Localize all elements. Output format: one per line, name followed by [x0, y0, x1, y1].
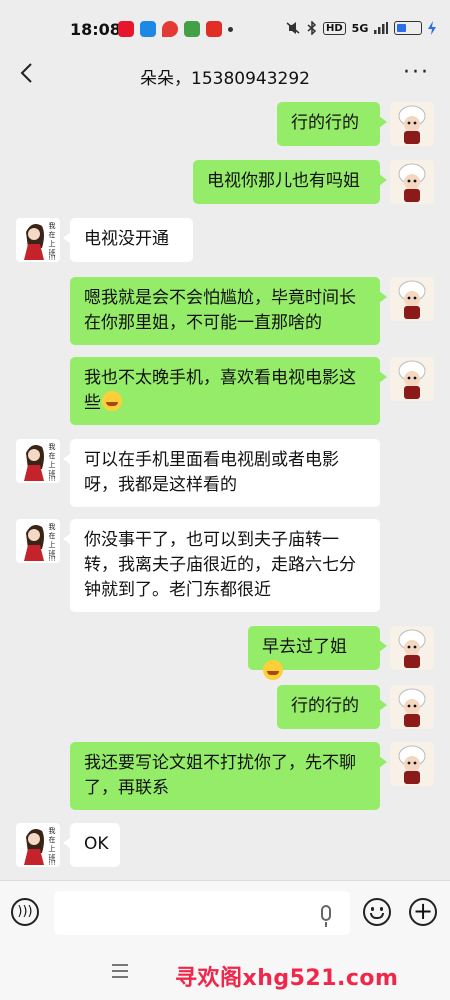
svg-text:在: 在	[49, 531, 56, 540]
system-nav-bar: 寻欢阁xhg521.com	[0, 950, 450, 1000]
svg-text:在: 在	[49, 230, 56, 239]
weibo-icon	[118, 21, 134, 37]
message-text: 电视没开通	[84, 229, 169, 249]
incoming-message[interactable]: 电视没开通	[63, 218, 193, 262]
my-avatar[interactable]	[390, 277, 434, 321]
message-text: 我也不太晚手机，喜欢看电视电影这些	[84, 368, 356, 413]
message-text: 行的行的	[291, 696, 359, 716]
svg-text:上: 上	[49, 460, 56, 469]
bluetooth-icon	[307, 21, 317, 35]
watermark-text: 寻欢阁xhg521.com	[175, 966, 399, 991]
notification-icons	[118, 21, 233, 37]
svg-text:!!!: !!!	[48, 860, 55, 867]
battery-icon	[394, 21, 423, 35]
laugh-cry-emoji-icon	[102, 391, 122, 411]
svg-text:在: 在	[49, 451, 56, 460]
voice-input-icon[interactable]: )))	[11, 898, 39, 926]
contact-avatar[interactable]: 我在上班!!!	[16, 218, 60, 262]
input-bar: ))) +	[0, 880, 450, 951]
my-avatar[interactable]	[390, 685, 434, 729]
message-input[interactable]	[54, 891, 350, 935]
chat-title: 朵朵，15380943292	[140, 69, 310, 89]
svg-text:!!!: !!!	[48, 255, 55, 262]
svg-text:上: 上	[49, 239, 56, 248]
my-avatar[interactable]	[390, 160, 434, 204]
mute-icon	[286, 22, 300, 34]
outgoing-message[interactable]: 行的行的	[277, 685, 387, 729]
svg-text:我: 我	[49, 442, 56, 451]
signal-bars-icon	[374, 22, 389, 34]
emoji-button-icon[interactable]	[363, 898, 391, 926]
contact-avatar[interactable]: 我在上班!!!	[16, 439, 60, 483]
message-text: 电视你那儿也有吗姐	[207, 171, 360, 191]
signal-label: 5G	[351, 21, 369, 35]
contact-avatar[interactable]: 我在上班!!!	[16, 519, 60, 563]
outgoing-message[interactable]: 早去过了姐	[248, 626, 387, 680]
contact-avatar[interactable]: 我在上班!!!	[16, 823, 60, 867]
incoming-message[interactable]: 你没事干了，也可以到夫子庙转一转，我离夫子庙很近的，走路六七分钟就到了。老门东都…	[63, 519, 380, 612]
dot-icon	[228, 27, 233, 32]
svg-text:上: 上	[49, 540, 56, 549]
outgoing-message[interactable]: 行的行的	[277, 102, 387, 146]
outgoing-message[interactable]: 我还要写论文姐不打扰你了，先不聊了，再联系	[70, 742, 387, 810]
incoming-message[interactable]: 可以在手机里面看电视剧或者电影呀，我都是这样看的	[63, 439, 380, 507]
my-avatar[interactable]	[390, 742, 434, 786]
outgoing-message[interactable]: 电视你那儿也有吗姐	[193, 160, 387, 204]
svg-text:我: 我	[49, 221, 56, 230]
my-avatar[interactable]	[390, 626, 434, 670]
laugh-cry-emoji-icon	[263, 660, 283, 680]
outgoing-message[interactable]: 我也不太晚手机，喜欢看电视电影这些	[70, 357, 387, 425]
svg-text:我: 我	[49, 826, 56, 835]
svg-text:在: 在	[49, 835, 56, 844]
status-bar: 18:08 HD 5G	[0, 0, 450, 50]
hd-badge: HD	[323, 21, 346, 35]
my-avatar[interactable]	[390, 102, 434, 146]
svg-text:!!!: !!!	[48, 476, 55, 483]
app-notification-icon	[140, 21, 156, 37]
message-text: 嗯我就是会不会怕尴尬，毕竟时间长在你那里姐，不可能一直那啥的	[84, 288, 356, 333]
message-text: 行的行的	[291, 113, 359, 133]
my-avatar[interactable]	[390, 357, 434, 401]
message-text: 可以在手机里面看电视剧或者电影呀，我都是这样看的	[84, 450, 339, 495]
plus-button-icon[interactable]: +	[409, 898, 437, 926]
status-time: 18:08	[70, 20, 121, 39]
mic-icon[interactable]	[321, 905, 331, 927]
pinduoduo-icon	[206, 21, 222, 37]
menu-icon[interactable]	[112, 964, 128, 978]
message-text: OK	[84, 834, 109, 854]
message-text: 我还要写论文姐不打扰你了，先不聊了，再联系	[84, 753, 356, 798]
message-text: 早去过了姐	[262, 637, 347, 657]
svg-text:我: 我	[49, 522, 56, 531]
more-dots-icon[interactable]: ···	[403, 60, 430, 85]
outgoing-message[interactable]: 嗯我就是会不会怕尴尬，毕竟时间长在你那里姐，不可能一直那啥的	[70, 277, 387, 345]
svg-text:!!!: !!!	[48, 556, 55, 563]
svg-text:上: 上	[49, 844, 56, 853]
shopping-icon	[184, 21, 200, 37]
system-status: HD 5G	[285, 21, 437, 35]
charging-icon	[428, 21, 437, 35]
incoming-message[interactable]: OK	[63, 823, 120, 867]
chat-header: 朵朵，15380943292 ···	[0, 50, 450, 102]
message-text: 你没事干了，也可以到夫子庙转一转，我离夫子庙很近的，走路六七分钟就到了。老门东都…	[84, 530, 356, 600]
location-icon	[162, 21, 178, 37]
